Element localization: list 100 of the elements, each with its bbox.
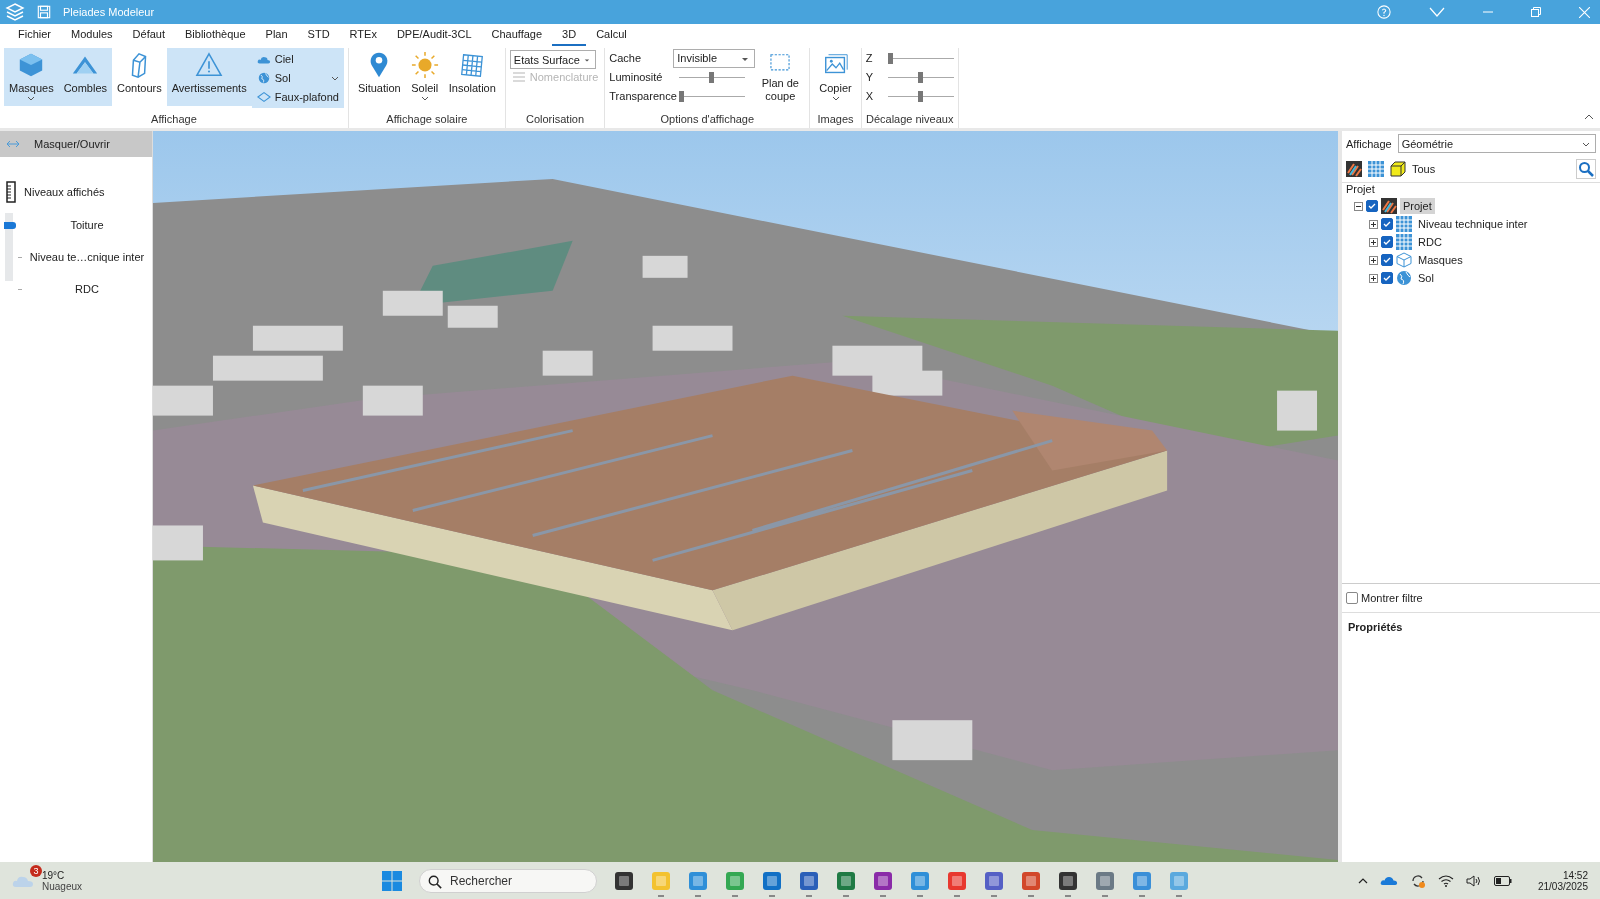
expand-toggle[interactable] xyxy=(1369,273,1378,283)
level-slider-track[interactable] xyxy=(5,213,13,281)
level-label[interactable]: Toiture xyxy=(22,219,152,231)
menu-tab[interactable]: Modules xyxy=(61,28,123,46)
group-label: Colorisation xyxy=(525,113,586,127)
cut-plane-button[interactable]: Plan de coupe xyxy=(755,48,806,106)
save-icon[interactable] xyxy=(37,5,51,19)
double-arrow-icon xyxy=(6,140,20,148)
ribbon-button[interactable]: Combles xyxy=(58,48,113,106)
cache-label: Cache xyxy=(609,52,643,64)
caret-icon xyxy=(583,58,590,63)
ruler-icon xyxy=(6,181,16,203)
menu-tab[interactable]: DPE/Audit-3CL xyxy=(386,28,482,46)
checkbox-label[interactable]: Montrer filtre xyxy=(1361,592,1423,604)
checkbox[interactable] xyxy=(1381,272,1393,284)
collapse-toggle[interactable] xyxy=(1354,201,1363,211)
temperature-label: 19°C xyxy=(42,869,66,881)
start-icon[interactable] xyxy=(382,870,402,891)
clock-time[interactable]: 14:52 xyxy=(1562,869,1588,881)
search-icon xyxy=(428,874,442,889)
ribbon-option[interactable]: Faux-plafond xyxy=(254,91,341,104)
ribbon-button[interactable]: Masques xyxy=(4,48,59,106)
colorisation-dropdown[interactable]: Etats Surface xyxy=(509,50,596,69)
slider-thumb[interactable] xyxy=(708,71,714,83)
ribbon-button[interactable]: Avertissements xyxy=(166,48,252,106)
speaker-icon[interactable] xyxy=(1465,874,1482,887)
panel-title: Niveaux affichés xyxy=(24,186,105,198)
menu-tab[interactable]: Plan xyxy=(255,28,298,46)
menu-tab[interactable]: RTEx xyxy=(339,28,387,46)
grid-icon[interactable] xyxy=(1368,161,1384,177)
tree-item[interactable]: RDC xyxy=(1415,234,1445,250)
menu-tab[interactable]: STD xyxy=(297,28,340,46)
menu-tab[interactable]: Calcul xyxy=(586,28,637,46)
copy-button[interactable]: Copier xyxy=(814,48,857,106)
level-tick[interactable] xyxy=(18,288,22,290)
group-label: Décalage niveaux xyxy=(865,113,954,127)
notification-badge: 3 xyxy=(30,864,42,877)
checkbox[interactable] xyxy=(1381,254,1393,266)
level-thumb[interactable] xyxy=(4,221,16,229)
chevron-up-icon[interactable] xyxy=(1357,877,1368,884)
caret-icon xyxy=(741,56,750,62)
checkbox[interactable] xyxy=(1366,200,1378,212)
clock-date[interactable]: 21/03/2025 xyxy=(1537,880,1588,892)
aerial-3d-view-drawing[interactable] xyxy=(153,131,1338,862)
menu-tab[interactable]: Fichier xyxy=(8,28,61,46)
menu-tab[interactable]: Bibliothèque xyxy=(175,28,256,46)
menu-tab[interactable]: 3D xyxy=(552,28,587,46)
restore-icon[interactable] xyxy=(1531,7,1541,17)
menu-tab[interactable]: Défaut xyxy=(122,28,175,46)
tree-item[interactable]: Masques xyxy=(1415,252,1466,268)
expand-toggle[interactable] xyxy=(1369,255,1378,265)
ribbon-button[interactable]: Situation xyxy=(352,48,406,106)
sync-icon[interactable] xyxy=(1409,872,1426,889)
globe-icon xyxy=(1396,270,1412,286)
slider-thumb[interactable] xyxy=(887,52,893,64)
level-label[interactable]: Niveau te…cnique inter xyxy=(22,251,152,263)
axis-label: Z xyxy=(865,52,874,64)
level-tick[interactable] xyxy=(18,256,22,258)
checkbox[interactable] xyxy=(1381,236,1393,248)
tree-item[interactable]: Projet xyxy=(1400,198,1435,214)
checkbox[interactable] xyxy=(1381,218,1393,230)
properties-title: Propriétés xyxy=(1347,620,1404,635)
ribbon-option[interactable]: Ciel xyxy=(254,52,341,65)
grid-icon xyxy=(1396,234,1412,250)
slider-thumb[interactable] xyxy=(918,71,924,83)
slider-label: Luminosité xyxy=(609,71,664,83)
ribbon-button[interactable]: Contours xyxy=(112,48,167,106)
chevron-down-icon[interactable] xyxy=(1429,7,1445,17)
battery-icon[interactable] xyxy=(1493,875,1512,886)
level-label[interactable]: RDC xyxy=(22,283,152,295)
checkbox[interactable] xyxy=(1346,592,1358,604)
cube-outline-icon xyxy=(1396,252,1412,268)
expand-toggle[interactable] xyxy=(1369,219,1378,229)
group-label: Affichage xyxy=(150,113,198,127)
slider-thumb[interactable] xyxy=(679,90,685,102)
ribbon-button[interactable]: Insolation xyxy=(443,48,501,106)
group-label: Options d'affichage xyxy=(659,113,756,127)
slider-thumb[interactable] xyxy=(918,90,924,102)
ribbon-button[interactable]: Soleil xyxy=(405,48,444,106)
wifi-icon[interactable] xyxy=(1437,874,1454,887)
display-dropdown[interactable]: Géométrie xyxy=(1397,134,1596,153)
ribbon-option[interactable]: Sol xyxy=(254,72,341,84)
help-icon[interactable] xyxy=(1377,5,1391,19)
close-icon[interactable] xyxy=(1579,6,1590,18)
search-icon[interactable] xyxy=(1576,159,1596,179)
collapse-icon[interactable] xyxy=(1584,114,1594,120)
tree-item[interactable]: Niveau technique inter xyxy=(1415,216,1531,232)
panel-header[interactable]: Masquer/Ouvrir xyxy=(0,131,152,157)
search-field[interactable]: Rechercher xyxy=(419,868,597,893)
tree-item[interactable]: Sol xyxy=(1415,270,1437,286)
sun-icon xyxy=(410,51,439,79)
cache-dropdown[interactable]: Invisible xyxy=(673,48,756,68)
cloud-icon[interactable] xyxy=(1379,875,1398,886)
menu-tab[interactable]: Chauffage xyxy=(481,28,553,46)
group-label: Images xyxy=(816,113,855,127)
cube-icon[interactable] xyxy=(1390,161,1406,177)
caret-icon xyxy=(831,96,840,101)
axis-label: X xyxy=(865,90,875,102)
expand-toggle[interactable] xyxy=(1369,237,1378,247)
group-label: Affichage solaire xyxy=(385,113,469,127)
